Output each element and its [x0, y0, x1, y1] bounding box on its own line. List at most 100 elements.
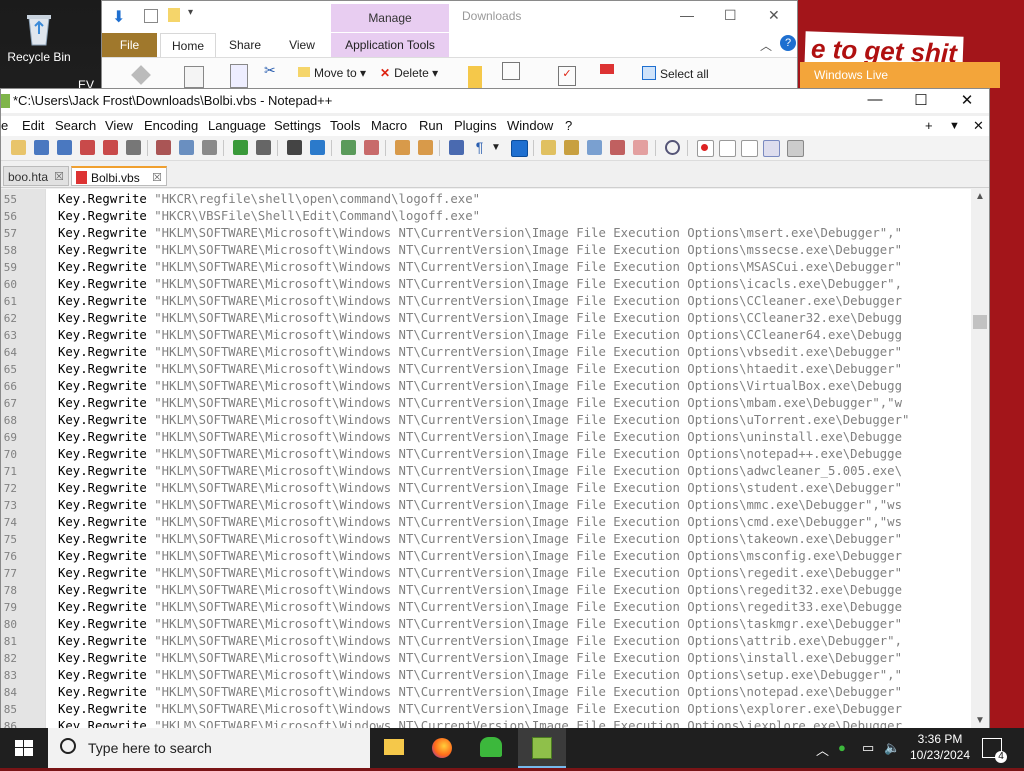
tab-application-tools[interactable]: Application Tools	[331, 33, 449, 57]
menu-plugins[interactable]: Plugins	[454, 118, 497, 133]
open-icon[interactable]	[600, 64, 614, 74]
manage-contextual-tab[interactable]: Manage	[331, 4, 449, 32]
tab-boo-hta[interactable]: boo.hta ☒	[3, 166, 69, 186]
code-line[interactable]: 58 Key.Regwrite "HKLM\SOFTWARE\Microsoft\…	[1, 242, 971, 259]
cut-icon[interactable]	[156, 140, 171, 155]
dropdown-arrow-icon[interactable]: ▼	[491, 140, 506, 155]
tab-list-button[interactable]: ▼	[949, 120, 960, 132]
code-line[interactable]: 75 Key.Regwrite "HKLM\SOFTWARE\Microsoft\…	[1, 531, 971, 548]
tab-file[interactable]: File	[102, 33, 157, 57]
code-line[interactable]: 78 Key.Regwrite "HKLM\SOFTWARE\Microsoft\…	[1, 582, 971, 599]
notepadpp-window[interactable]: *C:\Users\Jack Frost\Downloads\Bolbi.vbs…	[0, 88, 990, 730]
menu-window[interactable]: Window	[507, 118, 553, 133]
new-tab-button[interactable]: +	[925, 118, 933, 133]
tab-close-icon[interactable]: ☒	[54, 167, 64, 187]
menu-edit[interactable]: Edit	[22, 118, 44, 133]
code-line[interactable]: 69 Key.Regwrite "HKLM\SOFTWARE\Microsoft\…	[1, 429, 971, 446]
tray-messenger-icon[interactable]: ●	[838, 740, 846, 755]
code-line[interactable]: 68 Key.Regwrite "HKLM\SOFTWARE\Microsoft\…	[1, 412, 971, 429]
scrollbar-thumb[interactable]	[973, 315, 987, 329]
save-macro-icon[interactable]	[787, 140, 804, 157]
find-icon[interactable]	[287, 140, 302, 155]
close-button[interactable]: ✕	[945, 91, 989, 109]
menu-run[interactable]: Run	[419, 118, 443, 133]
code-line[interactable]: 74 Key.Regwrite "HKLM\SOFTWARE\Microsoft\…	[1, 514, 971, 531]
copy-icon[interactable]	[179, 140, 194, 155]
search-box[interactable]: Type here to search	[48, 728, 370, 768]
tab-share[interactable]: Share	[220, 33, 270, 57]
code-line[interactable]: 76 Key.Regwrite "HKLM\SOFTWARE\Microsoft\…	[1, 548, 971, 565]
code-line[interactable]: 59 Key.Regwrite "HKLM\SOFTWARE\Microsoft\…	[1, 259, 971, 276]
code-line[interactable]: 79 Key.Regwrite "HKLM\SOFTWARE\Microsoft\…	[1, 599, 971, 616]
save-all-icon[interactable]	[57, 140, 72, 155]
folder-as-workspace-icon[interactable]	[610, 140, 625, 155]
code-line[interactable]: 85 Key.Regwrite "HKLM\SOFTWARE\Microsoft\…	[1, 701, 971, 718]
code-line[interactable]: 83 Key.Regwrite "HKLM\SOFTWARE\Microsoft\…	[1, 667, 971, 684]
indent-guide-icon[interactable]	[511, 140, 528, 157]
code-line[interactable]: 73 Key.Regwrite "HKLM\SOFTWARE\Microsoft\…	[1, 497, 971, 514]
stop-macro-icon[interactable]	[719, 140, 736, 157]
close-tab-button[interactable]: ✕	[973, 118, 984, 134]
sync-vertical-icon[interactable]	[395, 140, 410, 155]
taskbar-file-explorer[interactable]	[370, 728, 418, 768]
play-macro-icon[interactable]	[741, 140, 758, 157]
redo-icon[interactable]	[256, 140, 271, 155]
paste-icon[interactable]	[230, 64, 248, 88]
scroll-up-icon[interactable]: ▲	[975, 191, 985, 202]
open-file-icon[interactable]	[11, 140, 26, 155]
file-explorer-window[interactable]: ⬇ ▾ Manage Downloads — ☐ ✕ File Home Sha…	[101, 0, 798, 90]
close-all-icon[interactable]	[103, 140, 118, 155]
vertical-scrollbar[interactable]: ▲ ▼	[971, 189, 989, 729]
save-icon[interactable]	[34, 140, 49, 155]
taskbar-firefox[interactable]	[418, 728, 466, 768]
pin-icon[interactable]	[131, 65, 151, 85]
maximize-button[interactable]: ☐	[724, 7, 737, 24]
record-macro-icon[interactable]	[697, 140, 714, 157]
properties-large-icon[interactable]: ✓	[558, 66, 576, 86]
zoom-out-icon[interactable]	[364, 140, 379, 155]
replace-icon[interactable]	[310, 140, 325, 155]
scroll-down-icon[interactable]: ▼	[975, 715, 985, 726]
run-macro-multiple-icon[interactable]	[763, 140, 780, 157]
monitoring-icon[interactable]	[633, 140, 648, 155]
code-line[interactable]: 62 Key.Regwrite "HKLM\SOFTWARE\Microsoft\…	[1, 310, 971, 327]
code-line[interactable]: 81 Key.Regwrite "HKLM\SOFTWARE\Microsoft\…	[1, 633, 971, 650]
volume-icon[interactable]: 🔈	[884, 740, 900, 756]
select-all-button[interactable]: Select all	[642, 66, 709, 81]
code-line[interactable]: 80 Key.Regwrite "HKLM\SOFTWARE\Microsoft\…	[1, 616, 971, 633]
start-button[interactable]	[0, 728, 48, 768]
tab-view[interactable]: View	[278, 33, 326, 57]
cut-icon[interactable]: ✂	[264, 62, 276, 79]
menu-settings[interactable]: Settings	[274, 118, 321, 133]
menu-help[interactable]: ?	[565, 118, 572, 133]
eye-icon[interactable]	[665, 140, 680, 155]
show-all-characters-icon[interactable]: ¶	[472, 140, 487, 155]
menu-encoding[interactable]: Encoding	[144, 118, 198, 133]
sync-horizontal-icon[interactable]	[418, 140, 433, 155]
help-icon[interactable]: ?	[780, 35, 796, 51]
menu-language[interactable]: Language	[208, 118, 266, 133]
new-folder-large-icon[interactable]	[468, 66, 482, 88]
code-line[interactable]: 72 Key.Regwrite "HKLM\SOFTWARE\Microsoft\…	[1, 480, 971, 497]
function-list-icon[interactable]	[587, 140, 602, 155]
code-line[interactable]: 77 Key.Regwrite "HKLM\SOFTWARE\Microsoft\…	[1, 565, 971, 582]
customize-toolbar-icon[interactable]: ▾	[188, 7, 193, 18]
clock[interactable]: 3:36 PM 10/23/2024	[906, 731, 974, 763]
quick-access-down-icon[interactable]: ⬇	[112, 7, 125, 27]
document-map-icon[interactable]	[564, 140, 579, 155]
taskbar-messenger[interactable]	[466, 728, 514, 768]
tab-home[interactable]: Home	[160, 33, 216, 58]
zoom-in-icon[interactable]	[341, 140, 356, 155]
taskbar-notepadpp[interactable]	[518, 728, 566, 768]
maximize-button[interactable]: ☐	[899, 91, 943, 109]
code-line[interactable]: 60 Key.Regwrite "HKLM\SOFTWARE\Microsoft\…	[1, 276, 971, 293]
menu-tools[interactable]: Tools	[330, 118, 360, 133]
tab-close-icon[interactable]: ☒	[152, 168, 162, 188]
user-language-icon[interactable]	[541, 140, 556, 155]
notification-center-icon[interactable]: 4	[982, 738, 1007, 763]
recycle-bin-shortcut[interactable]: Recycle Bin	[2, 0, 76, 64]
code-line[interactable]: 65 Key.Regwrite "HKLM\SOFTWARE\Microsoft\…	[1, 361, 971, 378]
code-line[interactable]: 55 Key.Regwrite "HKCR\regfile\shell\open\…	[1, 191, 971, 208]
paste-icon[interactable]	[202, 140, 217, 155]
code-line[interactable]: 63 Key.Regwrite "HKLM\SOFTWARE\Microsoft\…	[1, 327, 971, 344]
